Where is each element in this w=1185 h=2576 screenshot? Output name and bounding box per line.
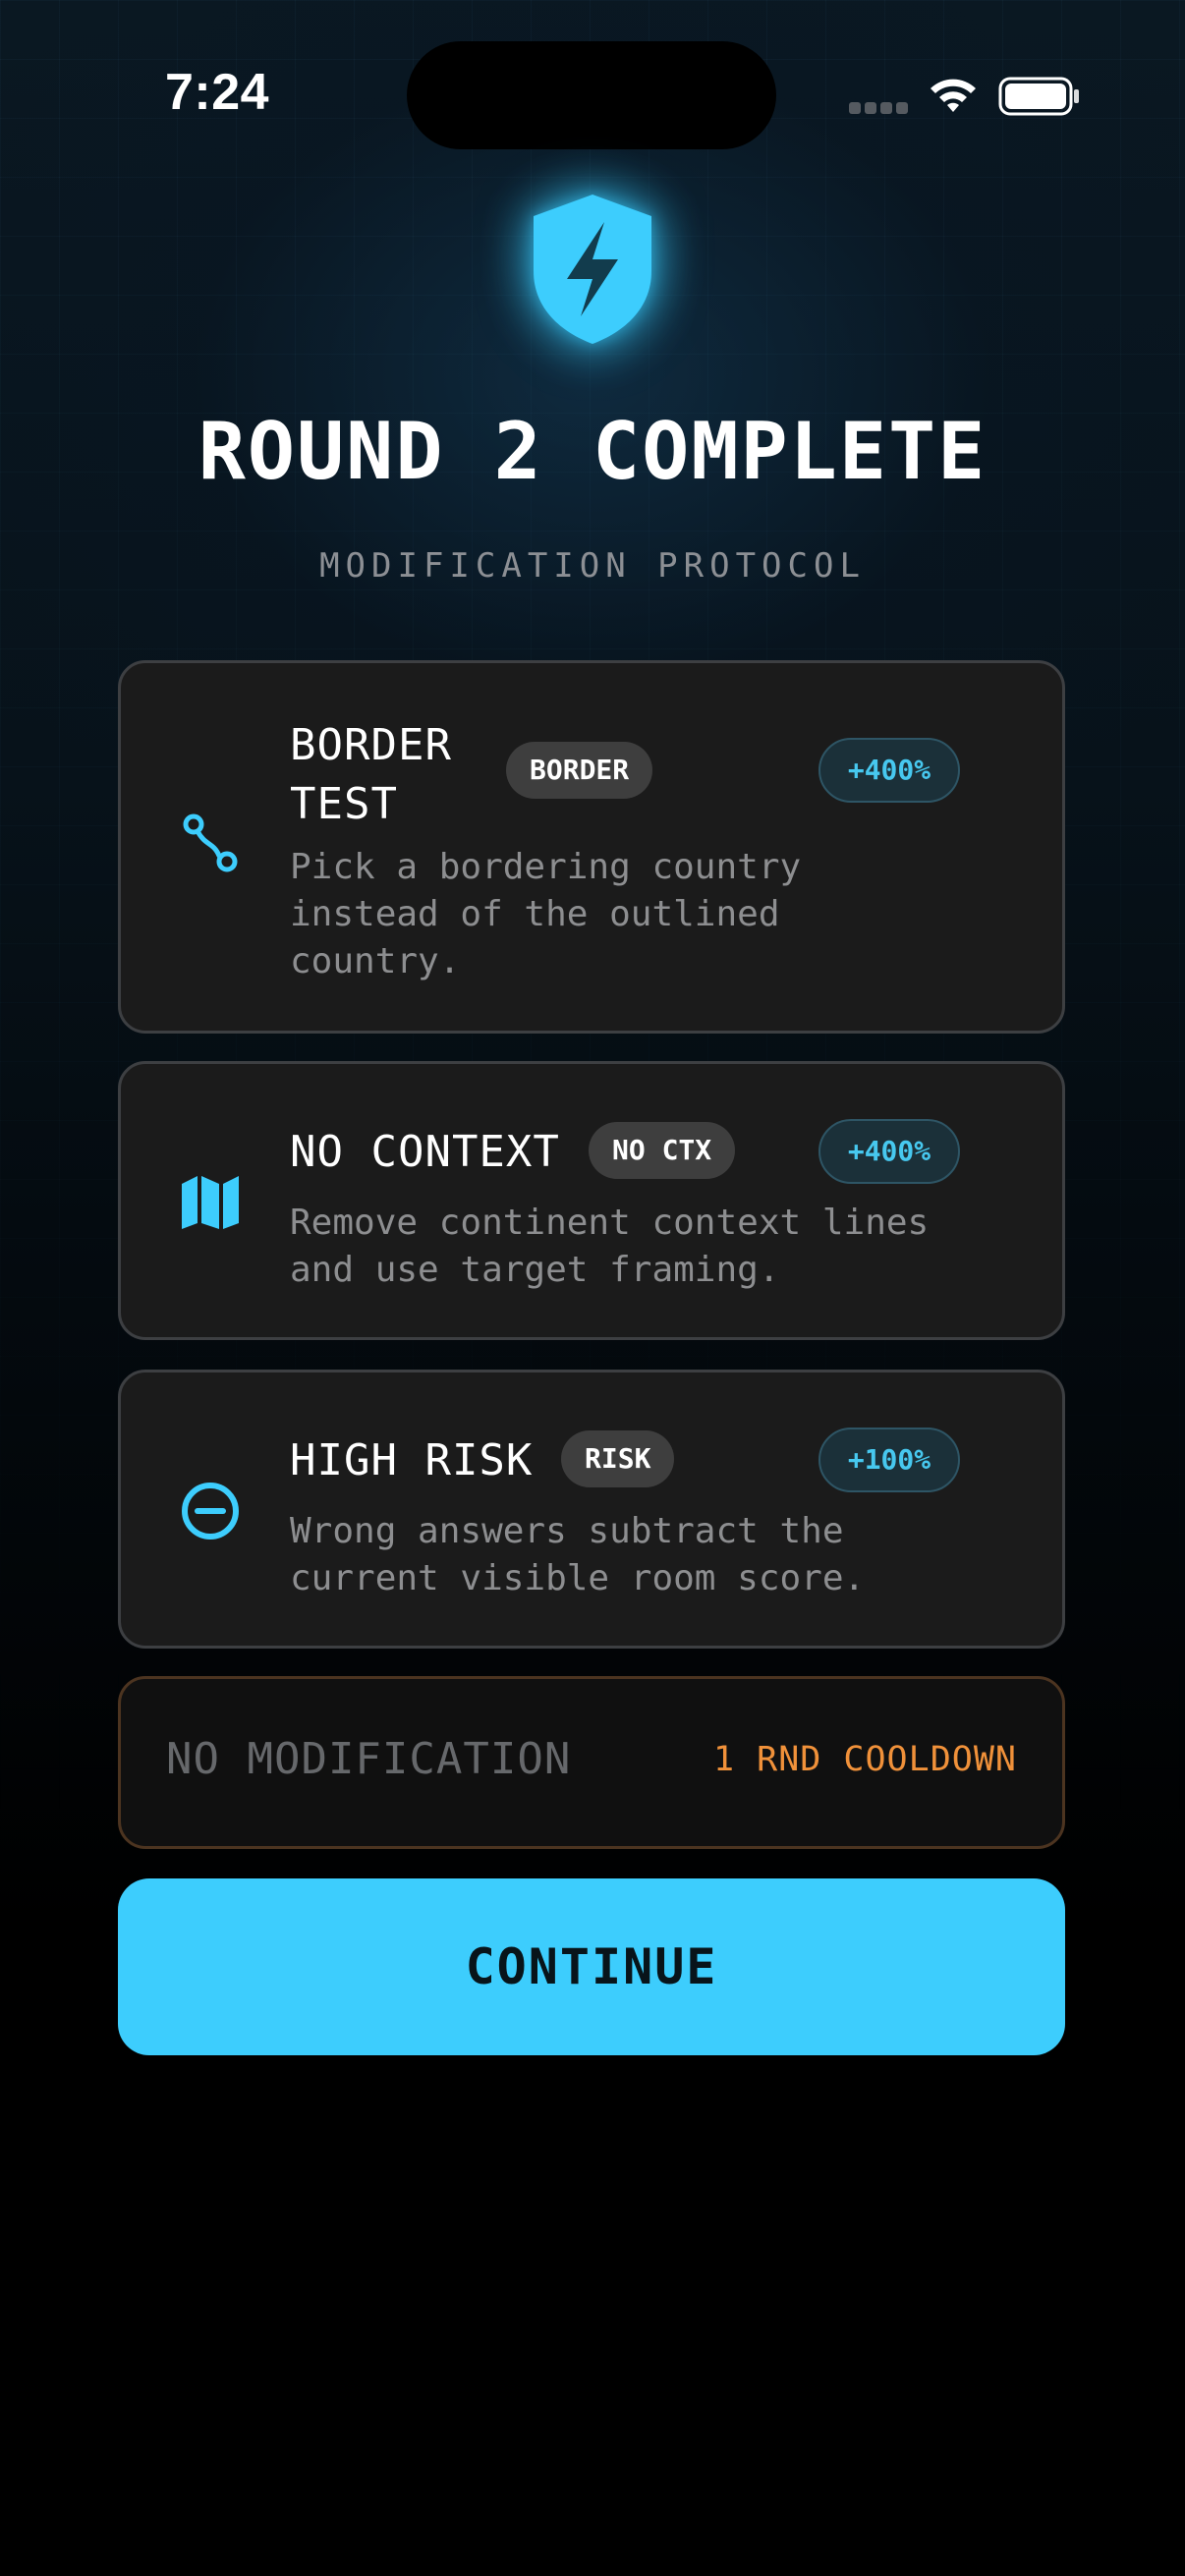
modification-card-high-risk[interactable]: HIGH RISK RISK +100% Wrong answers subtr…: [118, 1370, 1065, 1649]
mod-tag: RISK: [561, 1430, 675, 1487]
minus-circle-icon: [182, 1483, 239, 1540]
page-title: ROUND 2 COMPLETE: [198, 406, 988, 497]
map-icon: [182, 1176, 239, 1229]
mod-tag: NO CTX: [589, 1122, 736, 1179]
cooldown-label: 1 RND COOLDOWN: [712, 1740, 1017, 1779]
card-title: HIGH RISK: [290, 1435, 534, 1485]
card-title: NO CONTEXT: [290, 1127, 560, 1177]
page-subtitle: MODIFICATION PROTOCOL: [319, 546, 866, 586]
card-description-line: country.: [290, 941, 461, 981]
no-modification-label: NO MODIFICATION: [166, 1734, 572, 1784]
continue-button[interactable]: CONTINUE: [118, 1878, 1065, 2055]
card-title-line: TEST: [290, 779, 398, 829]
mod-tag: BORDER: [506, 742, 653, 799]
wifi-icon: [931, 79, 976, 112]
round-complete-screen: 7:24 ROUND 2 COMPLETE MODIFICATION PROTO…: [0, 0, 1185, 2576]
card-title: BORDER TEST: [290, 716, 452, 834]
bonus-badge: +100%: [818, 1428, 960, 1492]
card-description-line: instead of the outlined: [290, 894, 780, 934]
card-description-line: and use target framing.: [290, 1250, 780, 1290]
card-description-line: current visible room score.: [290, 1558, 866, 1598]
status-time: 7:24: [165, 64, 270, 121]
card-description: Remove continent context lines and use t…: [290, 1200, 997, 1294]
card-description-line: Remove continent context lines: [290, 1203, 930, 1243]
card-description: Pick a bordering country instead of the …: [290, 844, 997, 985]
card-title-line: BORDER: [290, 720, 452, 770]
card-description-line: Pick a bordering country: [290, 847, 802, 887]
cellular-signal-icon: [849, 102, 908, 116]
route-icon: [183, 813, 238, 872]
battery-icon: [998, 77, 1079, 116]
no-modification-option[interactable]: NO MODIFICATION 1 RND COOLDOWN: [118, 1676, 1065, 1849]
card-description-line: Wrong answers subtract the: [290, 1511, 844, 1551]
modification-card-border-test[interactable]: BORDER TEST BORDER +400% Pick a borderin…: [118, 660, 1065, 1034]
bonus-badge: +400%: [818, 738, 960, 803]
bonus-badge: +400%: [818, 1119, 960, 1184]
dynamic-island: [407, 41, 776, 149]
shield-bolt-icon: [534, 195, 651, 344]
modification-card-no-context[interactable]: NO CONTEXT NO CTX +400% Remove continent…: [118, 1061, 1065, 1340]
card-description: Wrong answers subtract the current visib…: [290, 1508, 997, 1602]
